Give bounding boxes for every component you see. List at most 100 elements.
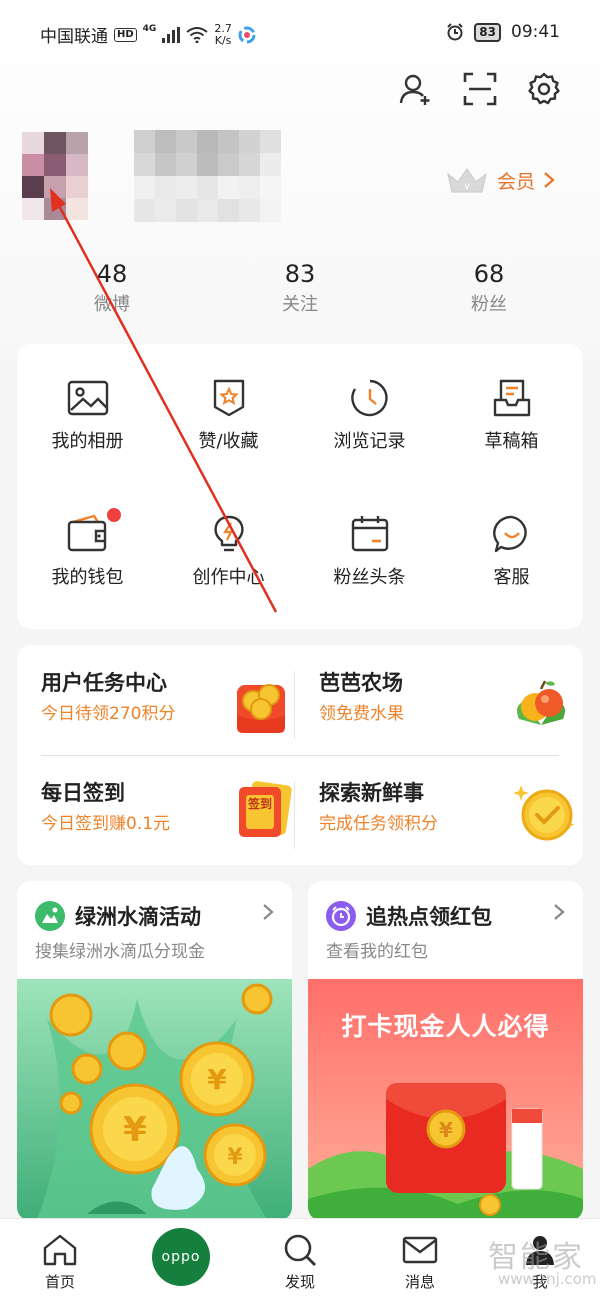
- avatar[interactable]: [22, 132, 88, 222]
- stat-following[interactable]: 83 关注: [240, 258, 360, 320]
- wallet-icon: [67, 514, 106, 552]
- task-row-divider: [41, 755, 559, 756]
- wifi-icon: [186, 26, 208, 43]
- creator-bulb-icon: [213, 515, 244, 552]
- vip-member-entry[interactable]: v 会员: [445, 164, 555, 196]
- notification-dot: [107, 508, 121, 522]
- status-right: 83 09:41: [446, 22, 560, 42]
- checkin-card-icon: 签到: [235, 781, 293, 839]
- watermark-url: www.znj.com: [498, 1270, 597, 1288]
- checkin-badge-text: 签到: [248, 797, 273, 811]
- stat-label: 粉丝: [471, 294, 507, 315]
- gold-coin-bag-icon: [237, 684, 285, 733]
- draft-box-icon: [493, 379, 530, 417]
- clock: 09:41: [511, 22, 560, 42]
- grid-label: 浏览记录: [333, 431, 406, 452]
- svg-text:¥: ¥: [439, 1118, 453, 1142]
- nav-home[interactable]: 首页: [20, 1233, 100, 1292]
- home-icon: [43, 1234, 77, 1266]
- promo-header: 追热点领红包: [326, 901, 492, 931]
- grid-label: 草稿箱: [484, 431, 539, 452]
- promo-subtitle: 查看我的红包: [326, 942, 428, 962]
- fruit-icon: [517, 680, 565, 725]
- network-type: 4G: [142, 23, 157, 34]
- grid-label: 客服: [493, 567, 530, 588]
- svg-text:¥: ¥: [227, 1145, 243, 1170]
- grid-item-creator-center[interactable]: 创作中心: [158, 514, 299, 590]
- oppo-center-button[interactable]: oppo: [152, 1228, 210, 1286]
- grid-label: 赞/收藏: [198, 431, 259, 452]
- task-daily-checkin[interactable]: 每日签到 今日签到赚0.1元 签到: [41, 779, 301, 869]
- status-left: 中国联通 HD 4G 2.7 K/s: [40, 22, 256, 47]
- promo-subtitle: 搜集绿洲水滴瓜分现金: [35, 942, 205, 962]
- settings-gear-icon[interactable]: [527, 72, 561, 106]
- scan-icon[interactable]: [463, 72, 497, 106]
- svg-text:¥: ¥: [123, 1110, 147, 1150]
- red-packet-banner: ¥ 打卡现金人人必得: [308, 979, 583, 1221]
- checkmark-coin-icon: [513, 785, 575, 841]
- svg-text:¥: ¥: [207, 1063, 227, 1096]
- stat-weibo[interactable]: 48 微博: [52, 258, 172, 320]
- promo-header: 绿洲水滴活动: [35, 901, 201, 931]
- promo-card-red-packet[interactable]: 追热点领红包 查看我的红包 ¥ 打卡现金人人必得: [308, 881, 583, 1221]
- search-icon: [284, 1234, 316, 1266]
- task-divider: [294, 781, 295, 849]
- oasis-coins-banner: ¥ ¥ ¥: [17, 979, 292, 1221]
- task-user-center[interactable]: 用户任务中心 今日待领270积分: [41, 669, 301, 759]
- crown-icon: v: [447, 168, 487, 193]
- task-card: 用户任务中心 今日待领270积分 芭芭农场 领免费水果 每日签到 今日签到赚0.…: [17, 645, 583, 865]
- oasis-icon: [35, 901, 65, 931]
- chevron-right-icon: [554, 904, 565, 920]
- grid-item-customer-service[interactable]: 客服: [441, 514, 582, 590]
- grid-item-wallet[interactable]: 我的钱包: [17, 514, 158, 590]
- app-notification-icon: [238, 26, 256, 43]
- nav-messages[interactable]: 消息: [380, 1233, 460, 1292]
- task-divider: [294, 671, 295, 739]
- grid-item-album[interactable]: 我的相册: [17, 378, 158, 454]
- nav-label: 发现: [284, 1273, 315, 1291]
- hd-badge: HD: [114, 27, 137, 42]
- nav-label: 消息: [404, 1273, 435, 1291]
- username-blurred: [134, 130, 281, 222]
- stat-label: 关注: [282, 294, 318, 315]
- add-friend-icon[interactable]: [398, 72, 432, 106]
- promo-title: 追热点领红包: [366, 905, 492, 929]
- alarm-clock-icon: [326, 901, 356, 931]
- calendar-icon: [351, 516, 388, 552]
- chevron-right-icon: [544, 172, 555, 188]
- svg-text:v: v: [464, 181, 470, 192]
- grid-item-drafts[interactable]: 草稿箱: [441, 378, 582, 454]
- status-bar: 中国联通 HD 4G 2.7 K/s 83 09:41: [0, 0, 600, 66]
- customer-service-icon: [492, 515, 527, 553]
- task-baba-farm[interactable]: 芭芭农场 领免费水果: [319, 669, 579, 759]
- signal-icon: [162, 26, 181, 43]
- feature-grid-card: 我的相册 赞/收藏 浏览记录 草稿箱 我的钱包 创作中心 粉丝头条 客服: [17, 344, 583, 629]
- carrier-name: 中国联通: [40, 27, 108, 47]
- grid-label: 创作中心: [192, 567, 265, 588]
- alarm-icon: [447, 23, 464, 41]
- grid-label: 粉丝头条: [333, 567, 406, 588]
- stat-followers[interactable]: 68 粉丝: [429, 258, 549, 320]
- nav-label: 首页: [44, 1273, 75, 1291]
- grid-label: 我的钱包: [51, 567, 124, 588]
- grid-item-fan-headline[interactable]: 粉丝头条: [299, 514, 440, 590]
- net-speed: 2.7 K/s: [214, 22, 232, 47]
- grid-item-history[interactable]: 浏览记录: [299, 378, 440, 454]
- stat-value: 48: [96, 260, 128, 288]
- net-speed-unit: K/s: [214, 33, 232, 47]
- grid-item-favorites[interactable]: 赞/收藏: [158, 378, 299, 454]
- favorite-icon: [213, 379, 244, 417]
- task-explore[interactable]: 探索新鲜事 完成任务领积分: [319, 779, 579, 869]
- nav-discover[interactable]: 发现: [260, 1233, 340, 1292]
- red-packet-slogan: 打卡现金人人必得: [341, 1012, 550, 1041]
- promo-card-oasis[interactable]: 绿洲水滴活动 搜集绿洲水滴瓜分现金 ¥ ¥ ¥: [17, 881, 292, 1221]
- stat-value: 68: [473, 260, 505, 288]
- mail-icon: [402, 1236, 438, 1264]
- album-icon: [67, 380, 108, 416]
- vip-label: 会员: [497, 170, 536, 193]
- grid-label: 我的相册: [51, 431, 124, 452]
- stat-value: 83: [284, 260, 316, 288]
- chevron-right-icon: [263, 904, 274, 920]
- promo-title: 绿洲水滴活动: [75, 905, 201, 929]
- stat-label: 微博: [94, 294, 130, 315]
